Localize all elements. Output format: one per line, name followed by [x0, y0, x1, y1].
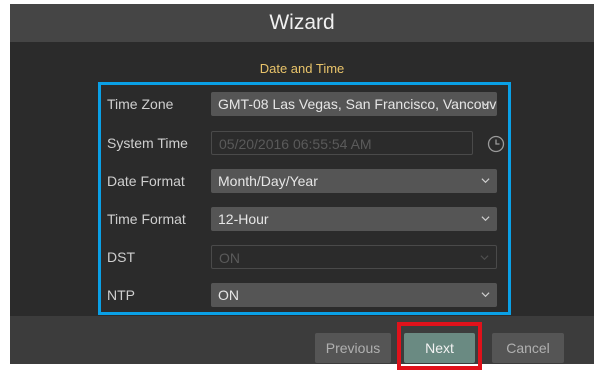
ntp-label: NTP [107, 287, 135, 303]
clock-icon[interactable] [487, 135, 505, 153]
time-format-select[interactable]: 12-Hour [211, 207, 497, 231]
dst-select: ON [211, 245, 497, 269]
dst-row: DST ON [107, 245, 507, 269]
time-zone-row: Time Zone GMT-08 Las Vegas, San Francisc… [107, 92, 507, 116]
chevron-down-icon [481, 101, 490, 107]
time-zone-label: Time Zone [107, 96, 174, 112]
form-highlight-frame [98, 82, 511, 315]
chevron-down-icon [480, 255, 489, 261]
wizard-footer: Previous Next Cancel [10, 316, 594, 370]
dst-label: DST [107, 249, 135, 265]
time-zone-select[interactable]: GMT-08 Las Vegas, San Francisco, Vancouv… [211, 92, 497, 116]
cancel-button[interactable]: Cancel [492, 333, 564, 363]
date-format-select[interactable]: Month/Day/Year [211, 169, 497, 193]
date-format-value: Month/Day/Year [218, 173, 318, 189]
system-time-value: 05/20/2016 06:55:54 AM [219, 136, 372, 152]
ntp-row: NTP ON [107, 283, 507, 307]
time-zone-value: GMT-08 Las Vegas, San Francisco, Vancouv… [218, 96, 497, 112]
next-button[interactable]: Next [404, 333, 475, 363]
system-time-label: System Time [107, 135, 188, 151]
wizard-window: Wizard Date and Time Time Zone GMT-08 La… [10, 4, 594, 370]
chevron-down-icon [481, 216, 490, 222]
date-format-label: Date Format [107, 173, 185, 189]
ntp-select[interactable]: ON [211, 283, 497, 307]
dst-value: ON [219, 250, 240, 266]
previous-button[interactable]: Previous [315, 333, 391, 363]
time-format-label: Time Format [107, 211, 186, 227]
time-format-value: 12-Hour [218, 211, 269, 227]
chevron-down-icon [481, 292, 490, 298]
window-title: Wizard [269, 11, 335, 34]
ntp-value: ON [218, 287, 239, 303]
system-time-field: 05/20/2016 06:55:54 AM [211, 131, 473, 155]
section-title: Date and Time [259, 61, 345, 76]
window-titlebar: Wizard [10, 4, 594, 42]
system-time-row: System Time 05/20/2016 06:55:54 AM [107, 131, 507, 155]
chevron-down-icon [481, 178, 490, 184]
time-format-row: Time Format 12-Hour [107, 207, 507, 231]
date-format-row: Date Format Month/Day/Year [107, 169, 507, 193]
